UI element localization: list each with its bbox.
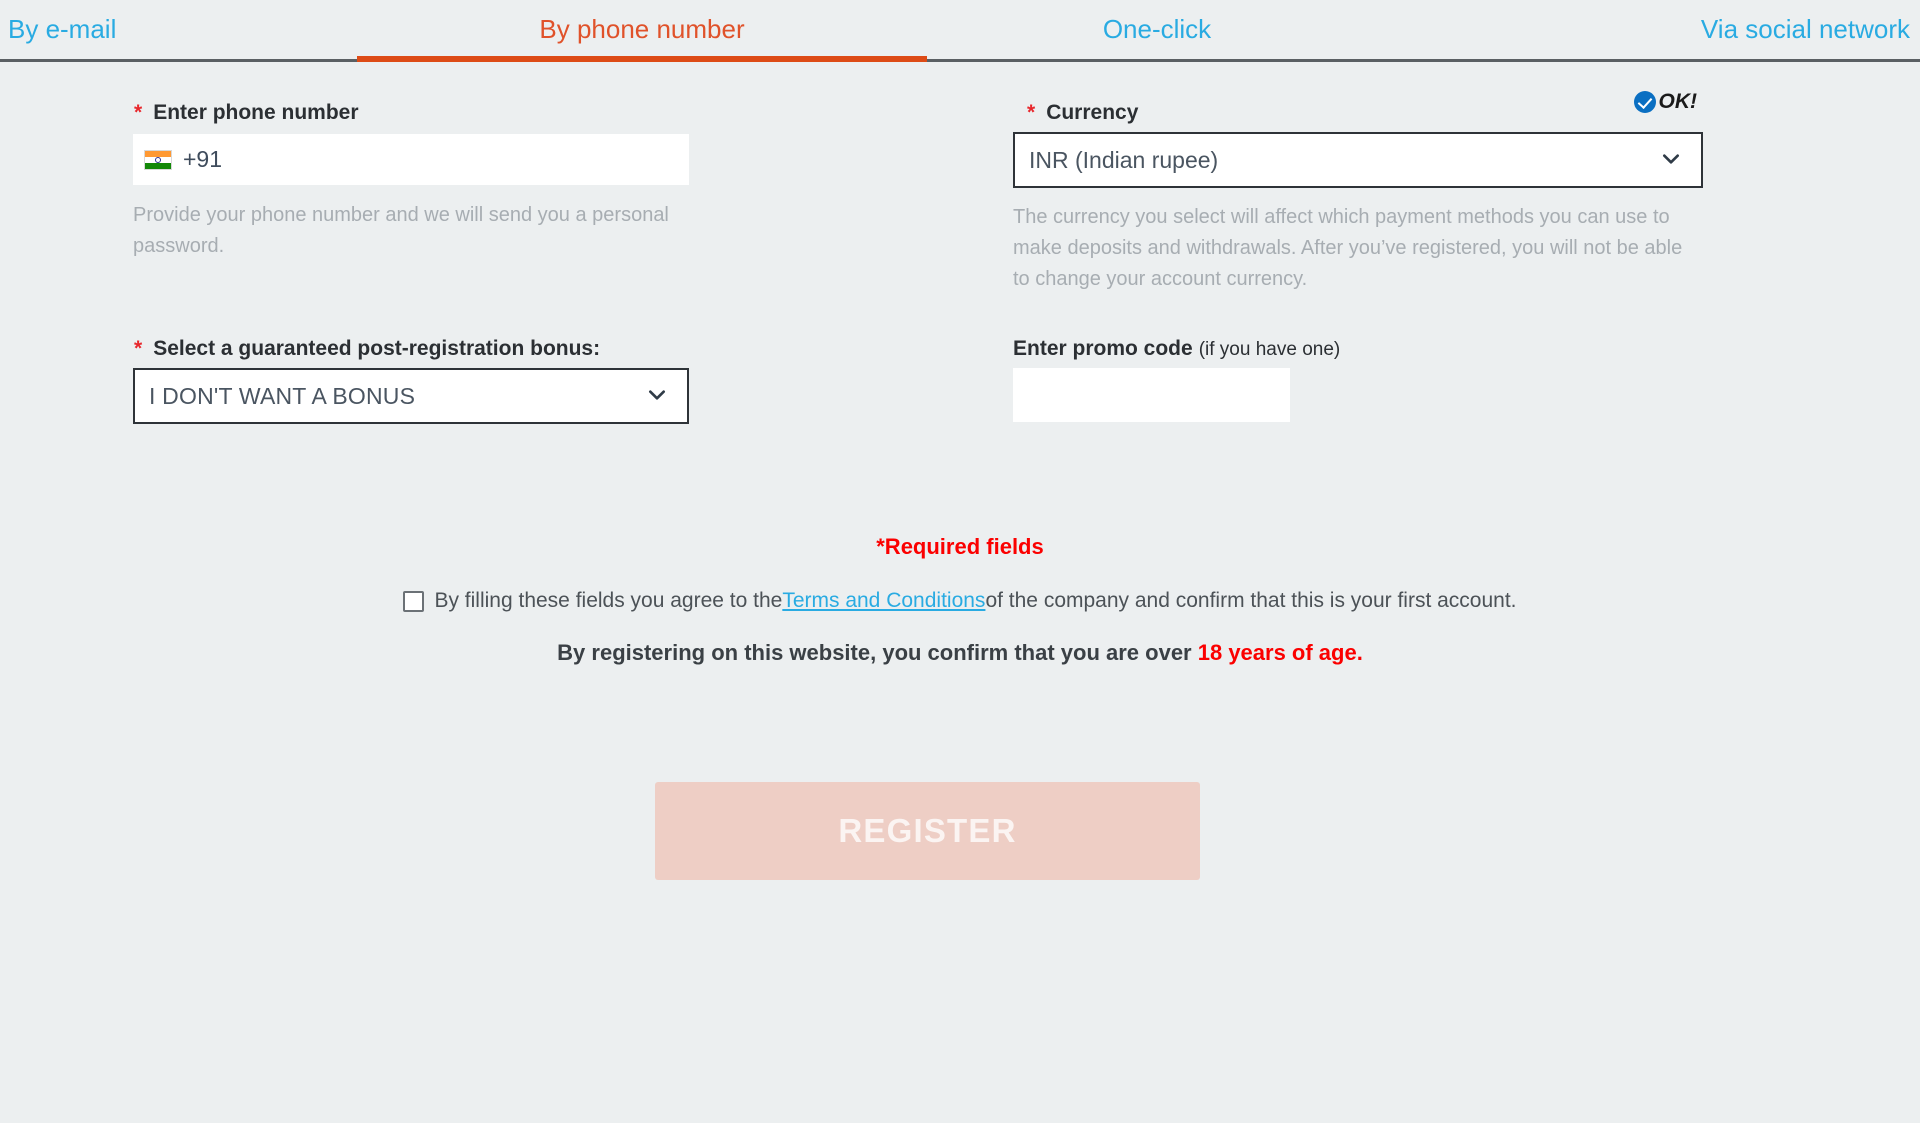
currency-status-badge: OK! xyxy=(1633,90,1698,114)
currency-select[interactable]: INR (Indian rupee) xyxy=(1013,132,1703,188)
tab-one-click[interactable]: One-click xyxy=(927,0,1387,59)
currency-selected-value: INR (Indian rupee) xyxy=(1029,146,1219,173)
promo-code-input[interactable] xyxy=(1013,368,1290,422)
phone-number-label-text: Enter phone number xyxy=(153,101,359,124)
currency-helper-text: The currency you select will affect whic… xyxy=(1013,206,1683,290)
promo-code-label-text: Enter promo code xyxy=(1013,337,1193,360)
chevron-down-icon xyxy=(1663,154,1679,164)
phone-number-input[interactable]: +91 xyxy=(133,134,689,185)
terms-checkbox[interactable] xyxy=(403,590,425,612)
chevron-down-icon xyxy=(649,390,665,400)
terms-agreement-row: By filling these fields you agree to the… xyxy=(0,589,1920,613)
promo-code-label-note: (if you have one) xyxy=(1198,339,1341,360)
registration-form: * Enter phone number +91 Provide your ph… xyxy=(0,62,1920,1123)
bonus-selected-value: I DON'T WANT A BONUS xyxy=(149,382,416,409)
terms-and-conditions-link[interactable]: Terms and Conditions xyxy=(782,589,985,613)
currency-label-text: Currency xyxy=(1046,101,1139,124)
tab-by-phone-number[interactable]: By phone number xyxy=(357,0,927,59)
age-text-prefix: By registering on this website, you conf… xyxy=(557,640,1198,665)
required-fields-note: *Required fields xyxy=(876,534,1044,559)
register-button[interactable]: REGISTER xyxy=(655,782,1200,880)
terms-text-suffix: of the company and confirm that this is … xyxy=(985,589,1517,612)
phone-number-label: * Enter phone number xyxy=(134,102,359,123)
currency-label: * Currency xyxy=(1027,102,1138,123)
phone-country-code: +91 xyxy=(183,146,223,172)
check-circle-icon xyxy=(1633,91,1656,113)
bonus-label: * Select a guaranteed post-registration … xyxy=(134,338,600,359)
bonus-label-text: Select a guaranteed post-registration bo… xyxy=(153,337,601,360)
tab-by-email[interactable]: By e-mail xyxy=(8,0,116,59)
india-flag-icon xyxy=(144,149,172,170)
required-asterisk: * xyxy=(134,101,143,124)
phone-helper-text: Provide your phone number and we will se… xyxy=(133,204,669,257)
tab-via-social-network[interactable]: Via social network xyxy=(1701,0,1910,59)
promo-code-label: Enter promo code (if you have one) xyxy=(1013,338,1340,359)
registration-method-tabs: By e-mail By phone number One-click Via … xyxy=(0,0,1920,62)
age-confirmation-row: By registering on this website, you conf… xyxy=(0,640,1920,666)
bonus-select[interactable]: I DON'T WANT A BONUS xyxy=(133,368,689,424)
age-highlight: 18 years of age. xyxy=(1197,640,1363,665)
active-tab-indicator xyxy=(357,56,927,62)
required-asterisk: * xyxy=(1027,101,1036,124)
required-asterisk: * xyxy=(134,337,143,360)
terms-text-prefix: By filling these fields you agree to the xyxy=(434,589,783,612)
status-badge-text: OK! xyxy=(1658,90,1698,113)
